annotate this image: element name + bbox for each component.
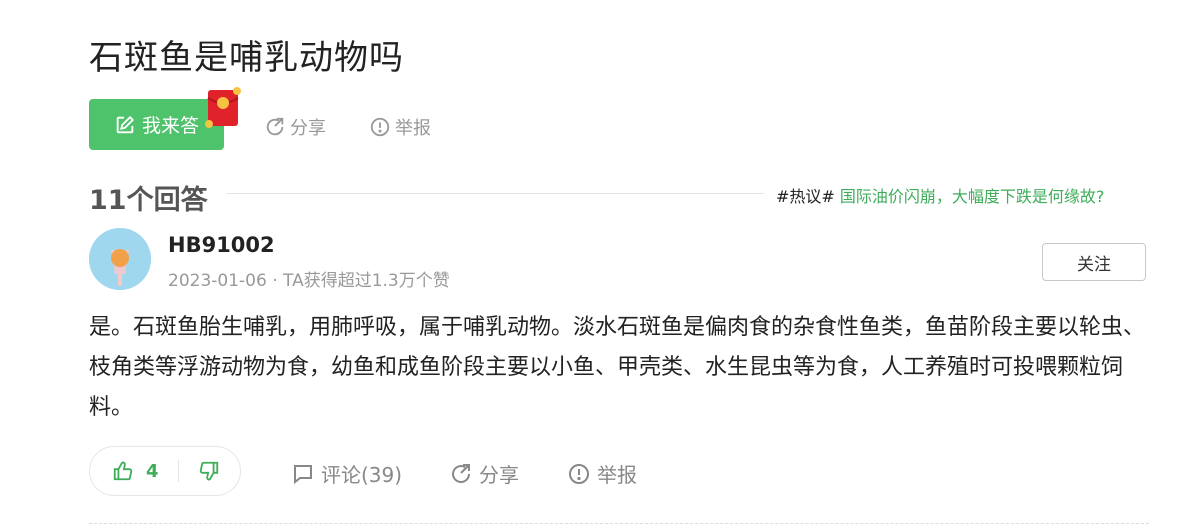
question-share-button[interactable]: 分享 <box>264 114 326 140</box>
avatar-image <box>89 228 151 290</box>
question-title: 石斑鱼是哺乳动物吗 <box>89 38 404 78</box>
share-icon <box>266 117 284 136</box>
hot-topic: #热议# 国际油价闪崩，大幅度下跌是何缘故? <box>776 183 1104 207</box>
avatar[interactable] <box>89 228 151 290</box>
answer-share-button[interactable]: 分享 <box>449 459 519 488</box>
answer-report-label: 举报 <box>597 463 637 487</box>
comment-button[interactable]: 评论(39) <box>291 459 402 488</box>
question-report-button[interactable]: 举报 <box>369 114 431 140</box>
share-icon <box>452 463 471 483</box>
follow-button[interactable]: 关注 <box>1042 243 1146 281</box>
vote-box: 4 <box>89 446 241 496</box>
username[interactable]: HB91002 <box>168 233 275 257</box>
like-count: 4 <box>146 460 159 482</box>
question-report-label: 举报 <box>395 118 431 139</box>
dislike-button[interactable] <box>179 460 239 482</box>
answer-button-label: 我来答 <box>141 115 199 137</box>
thumbs-up-icon <box>113 461 133 481</box>
question-share-label: 分享 <box>290 118 326 139</box>
red-packet-icon <box>205 87 241 128</box>
hot-topic-link[interactable]: 国际油价闪崩，大幅度下跌是何缘故? <box>840 187 1105 206</box>
hot-tag: #热议# <box>776 187 835 206</box>
answer-divider <box>89 523 1149 524</box>
answer-share-label: 分享 <box>479 463 519 487</box>
like-button[interactable]: 4 <box>90 460 178 482</box>
answer-count: 11个回答 <box>89 185 208 216</box>
report-icon <box>370 117 390 137</box>
answer-report-button[interactable]: 举报 <box>567 459 637 488</box>
header-divider <box>226 193 764 194</box>
report-icon <box>569 463 589 484</box>
answer-meta: 2023-01-06 · TA获得超过1.3万个赞 <box>168 271 450 291</box>
edit-icon <box>116 115 135 133</box>
comment-icon <box>294 464 312 484</box>
comment-label: 评论(39) <box>321 463 403 487</box>
thumbs-down-icon <box>199 461 219 481</box>
answer-content: 是。石斑鱼胎生哺乳，用肺呼吸，属于哺乳动物。淡水石斑鱼是偏肉食的杂食性鱼类，鱼苗… <box>89 315 1146 420</box>
